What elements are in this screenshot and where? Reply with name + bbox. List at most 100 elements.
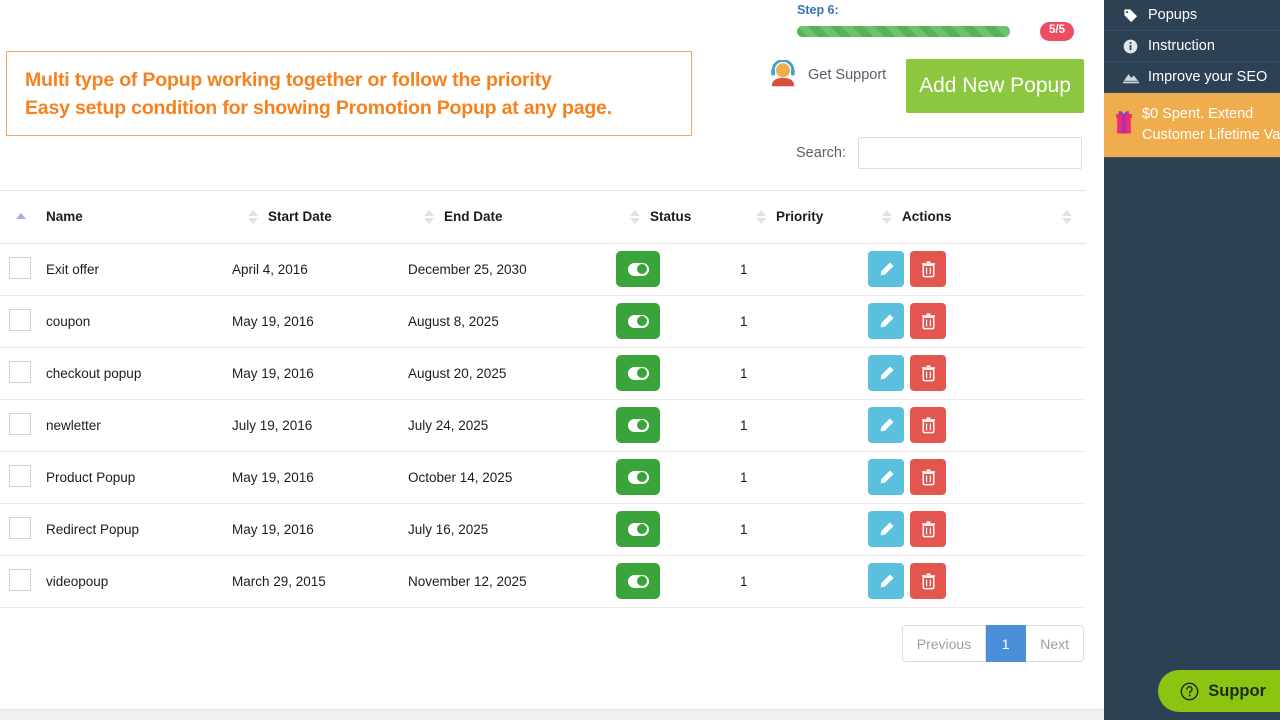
- status-toggle[interactable]: [616, 251, 660, 287]
- promo-banner: Multi type of Popup working together or …: [6, 51, 692, 136]
- cell-status: [614, 451, 740, 504]
- cell-actions: [866, 243, 1086, 296]
- row-checkbox[interactable]: [9, 360, 31, 383]
- cell-priority: 1: [740, 503, 866, 556]
- cell-actions: [866, 451, 1086, 504]
- cell-start-date: May 19, 2016: [232, 503, 408, 556]
- edit-button[interactable]: [868, 355, 904, 391]
- status-toggle[interactable]: [616, 355, 660, 391]
- row-checkbox[interactable]: [9, 464, 31, 487]
- delete-button[interactable]: [910, 407, 946, 443]
- column-header-name[interactable]: Name: [46, 191, 232, 244]
- column-header-end-date[interactable]: End Date: [408, 191, 614, 244]
- sidebar-item-popups[interactable]: Popups: [1104, 0, 1280, 31]
- column-header-name-label: Name: [46, 209, 83, 225]
- column-header-priority[interactable]: Priority: [740, 191, 866, 244]
- cell-name: Redirect Popup: [46, 503, 232, 556]
- cell-start-date: March 29, 2015: [232, 555, 408, 608]
- sort-arrows-icon: [754, 209, 768, 224]
- step-label: Step 6:: [797, 3, 839, 17]
- edit-button[interactable]: [868, 511, 904, 547]
- support-widget-button[interactable]: Suppor: [1158, 670, 1280, 712]
- get-support-label: Get Support: [808, 67, 887, 83]
- cell-name: videopoup: [46, 555, 232, 608]
- delete-button[interactable]: [910, 511, 946, 547]
- cell-priority: 1: [740, 555, 866, 608]
- progress-track: [797, 25, 1010, 37]
- cell-actions: [866, 295, 1086, 348]
- cell-name: checkout popup: [46, 347, 232, 400]
- cell-priority: 1: [740, 243, 866, 296]
- column-header-start-date[interactable]: Start Date: [232, 191, 408, 244]
- sidebar-item-improve-seo[interactable]: Improve your SEO: [1104, 62, 1280, 93]
- sort-arrows-icon: [246, 209, 260, 224]
- add-new-popup-button[interactable]: Add New Popup: [906, 59, 1084, 113]
- support-agent-avatar-icon: [771, 60, 795, 87]
- cell-status: [614, 555, 740, 608]
- edit-button[interactable]: [868, 407, 904, 443]
- popups-table-container: Name Start Date End Date Status Priority…: [0, 190, 1086, 608]
- pagination-previous-button[interactable]: Previous: [901, 625, 987, 662]
- delete-button[interactable]: [910, 303, 946, 339]
- column-header-status[interactable]: Status: [614, 191, 740, 244]
- promo-banner-line-2: Easy setup condition for showing Promoti…: [25, 96, 612, 119]
- row-select-cell: [0, 347, 46, 400]
- edit-button[interactable]: [868, 459, 904, 495]
- right-sidebar: Popups Instruction Improve your SEO $0 S…: [1104, 0, 1280, 720]
- cell-end-date: July 16, 2025: [408, 503, 614, 556]
- sort-arrow-asc-icon: [14, 212, 28, 221]
- chart-mountain-icon: [1122, 70, 1139, 85]
- cell-status: [614, 503, 740, 556]
- cell-status: [614, 399, 740, 452]
- delete-button[interactable]: [910, 251, 946, 287]
- table-head: Name Start Date End Date Status Priority…: [0, 191, 1086, 244]
- sidebar-promo-banner[interactable]: $0 Spent. Extend Customer Lifetime Val: [1104, 93, 1280, 158]
- delete-button[interactable]: [910, 459, 946, 495]
- delete-button[interactable]: [910, 563, 946, 599]
- sort-arrows-icon: [1060, 209, 1074, 224]
- progress-fill: [797, 25, 1010, 37]
- status-toggle[interactable]: [616, 303, 660, 339]
- table-row: videopoup March 29, 2015 November 12, 2025…: [0, 555, 1086, 608]
- sort-arrows-icon: [628, 209, 642, 224]
- sidebar-promo-line-1: $0 Spent. Extend: [1142, 106, 1254, 122]
- column-header-select[interactable]: [0, 191, 46, 244]
- edit-button[interactable]: [868, 303, 904, 339]
- row-checkbox[interactable]: [9, 568, 31, 591]
- edit-button[interactable]: [868, 563, 904, 599]
- row-select-cell: [0, 555, 46, 608]
- cell-priority: 1: [740, 295, 866, 348]
- cell-start-date: May 19, 2016: [232, 295, 408, 348]
- delete-button[interactable]: [910, 355, 946, 391]
- sidebar-item-improve-seo-label: Improve your SEO: [1148, 69, 1268, 85]
- edit-button[interactable]: [868, 251, 904, 287]
- status-toggle[interactable]: [616, 563, 660, 599]
- page-header: Multi type of Popup working together or …: [0, 0, 1104, 190]
- column-header-actions[interactable]: Actions: [866, 191, 1086, 244]
- column-header-end-date-label: End Date: [444, 209, 503, 225]
- search-input[interactable]: [858, 137, 1082, 169]
- pagination-next-button[interactable]: Next: [1026, 625, 1084, 662]
- row-checkbox[interactable]: [9, 308, 31, 331]
- status-toggle[interactable]: [616, 511, 660, 547]
- row-checkbox[interactable]: [9, 516, 31, 539]
- table-row: Redirect Popup May 19, 2016 July 16, 2025 1: [0, 503, 1086, 556]
- table-row: Exit offer April 4, 2016 December 25, 2030…: [0, 243, 1086, 296]
- cell-name: Exit offer: [46, 243, 232, 296]
- cell-start-date: April 4, 2016: [232, 243, 408, 296]
- status-toggle[interactable]: [616, 407, 660, 443]
- sidebar-item-instruction-label: Instruction: [1148, 38, 1215, 54]
- row-checkbox[interactable]: [9, 256, 31, 279]
- main-content: Multi type of Popup working together or …: [0, 0, 1104, 720]
- cell-status: [614, 295, 740, 348]
- table-header-row: Name Start Date End Date Status Priority…: [0, 191, 1086, 244]
- pagination: Previous 1 Next: [901, 625, 1084, 662]
- row-checkbox[interactable]: [9, 412, 31, 435]
- get-support-link[interactable]: Get Support: [768, 60, 886, 90]
- sidebar-item-instruction[interactable]: Instruction: [1104, 31, 1280, 62]
- cell-end-date: July 24, 2025: [408, 399, 614, 452]
- cell-actions: [866, 503, 1086, 556]
- row-select-cell: [0, 451, 46, 504]
- pagination-page-1-button[interactable]: 1: [986, 625, 1027, 662]
- status-toggle[interactable]: [616, 459, 660, 495]
